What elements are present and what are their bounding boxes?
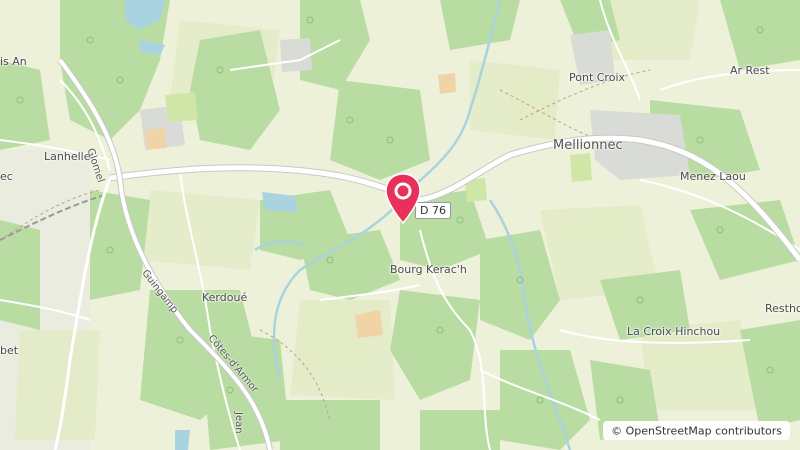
place-label-is-an: is An	[0, 55, 27, 68]
map-view[interactable]: is An Lanhelle ec Kerdoué bet Bourg Kera…	[0, 0, 800, 450]
place-label-resthou: Resthou	[765, 302, 800, 315]
place-label-bourg-kerach: Bourg Kerac'h	[390, 263, 467, 276]
place-label-lanhelle: Lanhelle	[44, 150, 91, 163]
map-attribution[interactable]: © OpenStreetMap contributors	[603, 420, 790, 440]
location-pin-icon[interactable]	[383, 172, 423, 226]
road-label-jean: Jean	[233, 412, 244, 434]
place-label-ar-rest: Ar Rest	[730, 64, 770, 77]
place-label-ec: ec	[0, 170, 13, 183]
copyright-icon: ©	[611, 424, 623, 437]
place-label-bet: bet	[0, 344, 19, 357]
place-label-kerdoue: Kerdoué	[202, 291, 248, 304]
place-label-menez-laou: Menez Laou	[680, 170, 746, 183]
place-label-pont-croix: Pont Croix	[569, 71, 626, 84]
place-label-la-croix-hinchou: La Croix Hinchou	[627, 325, 721, 338]
attribution-link[interactable]: OpenStreetMap contributors	[626, 424, 782, 437]
place-label-mellionnec: Mellionnec	[553, 138, 623, 153]
